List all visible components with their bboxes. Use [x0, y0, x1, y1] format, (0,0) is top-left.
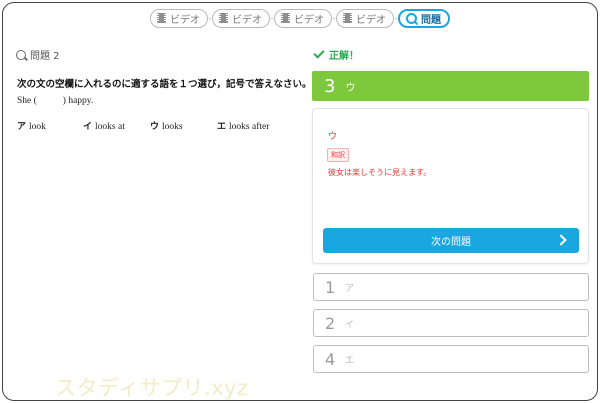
sentence-after: ) happy. — [62, 96, 94, 106]
sentence-before: She ( — [17, 96, 37, 106]
option-number: 2 — [325, 313, 336, 333]
next-question-button[interactable]: 次の問題 — [323, 228, 579, 253]
choice-key: ウ — [150, 122, 160, 132]
translation-text: 彼女は楽しそうに見えます。 — [328, 168, 432, 177]
magnifier-icon — [16, 49, 26, 60]
step-navigation: ビデオ ビデオ ビデオ ビデオ 問題 — [3, 7, 597, 29]
step-connector — [333, 17, 335, 19]
film-icon — [281, 13, 290, 23]
choice-c: ウ looks — [150, 119, 183, 132]
option-number: 1 — [325, 277, 336, 297]
choice-text: look — [29, 122, 46, 132]
step-connector — [395, 17, 397, 19]
option-1[interactable]: 1 ア — [313, 273, 589, 301]
choice-key: ア — [17, 122, 27, 132]
film-icon — [219, 13, 228, 23]
option-2[interactable]: 2 イ — [313, 309, 589, 337]
option-kana: ア — [345, 283, 355, 294]
checkmark-icon — [313, 47, 325, 59]
step-label: ビデオ — [356, 14, 386, 26]
option-kana: エ — [345, 355, 355, 366]
answer-kana: ウ — [345, 82, 356, 94]
step-question[interactable]: 問題 — [398, 8, 450, 28]
watermark: スタディサプリ.xyz — [55, 376, 249, 400]
step-label-active: 問題 — [421, 14, 441, 26]
step-label: ビデオ — [232, 14, 262, 26]
step-label: ビデオ — [294, 14, 324, 26]
choice-text: looks after — [229, 122, 270, 132]
step-video-2[interactable]: ビデオ — [212, 8, 270, 28]
question-header: 問題 2 — [16, 47, 60, 62]
app-window: ビデオ ビデオ ビデオ ビデオ 問題 問題 2 次の文の空欄に入れるのに適する語… — [2, 2, 598, 401]
question-number: 問題 2 — [30, 51, 60, 62]
question-search-icon — [406, 12, 417, 24]
option-kana: イ — [345, 319, 355, 330]
film-icon — [157, 13, 166, 23]
step-label: ビデオ — [170, 14, 200, 26]
choice-text: looks at — [95, 122, 125, 132]
correct-label: 正解！ — [329, 51, 359, 62]
option-4[interactable]: 4 エ — [313, 345, 589, 373]
choice-a: ア look — [17, 119, 46, 132]
next-question-label: 次の問題 — [431, 237, 471, 248]
answer-choices: ア look イ looks at ウ looks エ looks after — [17, 119, 307, 132]
option-number: 4 — [325, 349, 336, 369]
choice-key: エ — [217, 122, 227, 132]
correct-status: 正解！ — [313, 47, 359, 62]
answer-number: 3 — [324, 75, 336, 97]
step-connector — [271, 17, 273, 19]
question-instruction: 次の文の空欄に入れるのに適する語を１つ選び，記号で答えなさい。 — [17, 79, 312, 90]
explanation-panel: ウ 和訳 彼女は楽しそうに見えます。 次の問題 — [312, 108, 589, 264]
translation-tag: 和訳 — [327, 148, 349, 162]
explanation-answer: ウ — [328, 132, 338, 142]
selected-answer-bar: 3 ウ — [312, 71, 589, 101]
step-video-3[interactable]: ビデオ — [274, 8, 332, 28]
chevron-right-icon — [555, 234, 567, 246]
choice-key: イ — [83, 122, 93, 132]
choice-text: looks — [162, 122, 183, 132]
step-connector — [209, 17, 211, 19]
question-sentence: She ( ) happy. — [17, 96, 93, 106]
step-video-4[interactable]: ビデオ — [336, 8, 394, 28]
step-video-1[interactable]: ビデオ — [150, 8, 208, 28]
film-icon — [343, 13, 352, 23]
choice-d: エ looks after — [217, 119, 269, 132]
choice-b: イ looks at — [83, 119, 125, 132]
